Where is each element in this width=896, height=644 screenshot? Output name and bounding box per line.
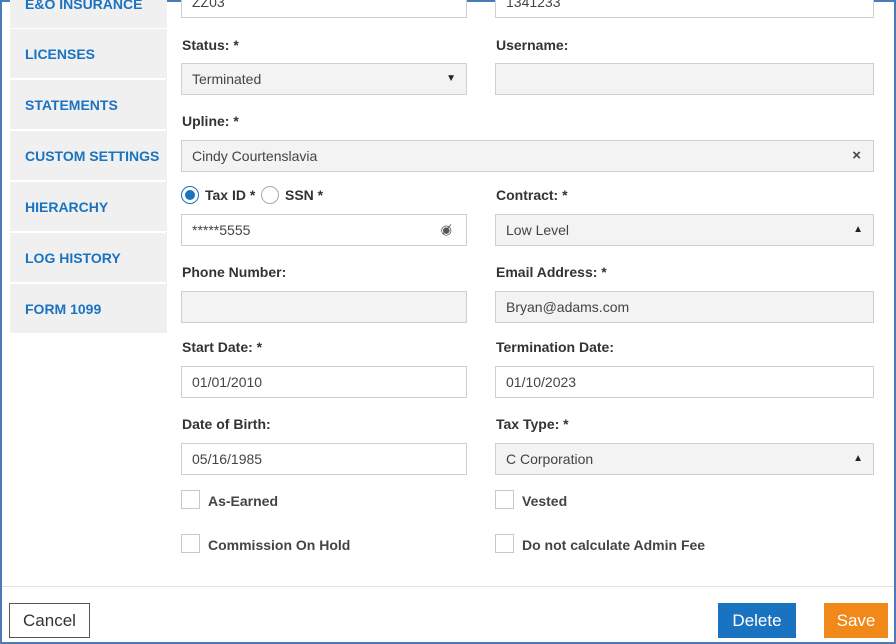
tax-id-input[interactable]: *****5555 ◉̸ [181,214,467,246]
status-select[interactable]: Terminated ▼ [181,63,467,95]
upline-input[interactable]: Cindy Courtenslavia × [181,140,874,172]
upline-label: Upline: * [182,113,239,129]
contract-label: Contract: * [496,187,568,203]
eye-slash-icon[interactable]: ◉̸ [441,215,452,245]
save-button[interactable]: Save [824,603,888,638]
npn-input[interactable]: 1341233 [495,0,874,18]
tax-type-select[interactable]: C Corporation ▲ [495,443,874,475]
agent-code-input[interactable]: ZZ03 [181,0,467,18]
tax-type-value: C Corporation [506,451,594,467]
ssn-radio-label: SSN * [285,187,324,203]
commission-on-hold-label: Commission On Hold [208,537,351,553]
dropdown-arrow-up-icon: ▲ [853,453,863,464]
sidebar-blank [10,333,167,565]
dropdown-arrow-up-icon: ▲ [853,224,863,235]
sidebar-item-licenses[interactable]: LICENSES [10,29,167,79]
phone-label: Phone Number: [182,264,287,280]
sidebar-item-log-history[interactable]: LOG HISTORY [10,233,167,283]
sidebar-item-statements[interactable]: STATEMENTS [10,80,167,130]
delete-button[interactable]: Delete [718,603,796,638]
as-earned-checkbox[interactable] [181,490,200,509]
vested-checkbox[interactable] [495,490,514,509]
tax-id-radio[interactable] [181,186,199,204]
tax-id-radio-label: Tax ID * [205,187,256,203]
dob-input[interactable]: 05/16/1985 [181,443,467,475]
username-input[interactable] [495,63,874,95]
sidebar-item-custom-settings[interactable]: CUSTOM SETTINGS [10,131,167,181]
username-label: Username: [496,37,569,53]
no-admin-fee-checkbox[interactable] [495,534,514,553]
ssn-radio[interactable] [261,186,279,204]
email-label: Email Address: * [496,264,607,280]
upline-value: Cindy Courtenslavia [192,148,318,164]
phone-input[interactable] [181,291,467,323]
sidebar-nav: E&O INSURANCE LICENSES STATEMENTS CUSTOM… [10,0,167,565]
email-input[interactable]: Bryan@adams.com [495,291,874,323]
sidebar-item-eo-insurance[interactable]: E&O INSURANCE [10,0,167,29]
commission-on-hold-checkbox[interactable] [181,534,200,553]
vested-label: Vested [522,493,568,509]
start-date-input[interactable]: 01/01/2010 [181,366,467,398]
footer-divider [2,586,894,587]
start-date-label: Start Date: * [182,339,263,355]
contract-value: Low Level [506,222,570,238]
cancel-button[interactable]: Cancel [9,603,90,638]
dropdown-arrow-icon: ▼ [446,73,456,84]
no-admin-fee-label: Do not calculate Admin Fee [522,537,706,553]
sidebar-item-hierarchy[interactable]: HIERARCHY [10,182,167,232]
contract-select[interactable]: Low Level ▲ [495,214,874,246]
status-value: Terminated [192,71,262,87]
dob-label: Date of Birth: [182,416,271,432]
clear-icon[interactable]: × [852,141,861,171]
termination-date-label: Termination Date: [496,339,614,355]
tax-id-value: *****5555 [192,222,251,238]
as-earned-label: As-Earned [208,493,279,509]
tax-type-label: Tax Type: * [496,416,569,432]
termination-date-input[interactable]: 01/10/2023 [495,366,874,398]
status-label: Status: * [182,37,239,53]
sidebar-item-form-1099[interactable]: FORM 1099 [10,284,167,334]
